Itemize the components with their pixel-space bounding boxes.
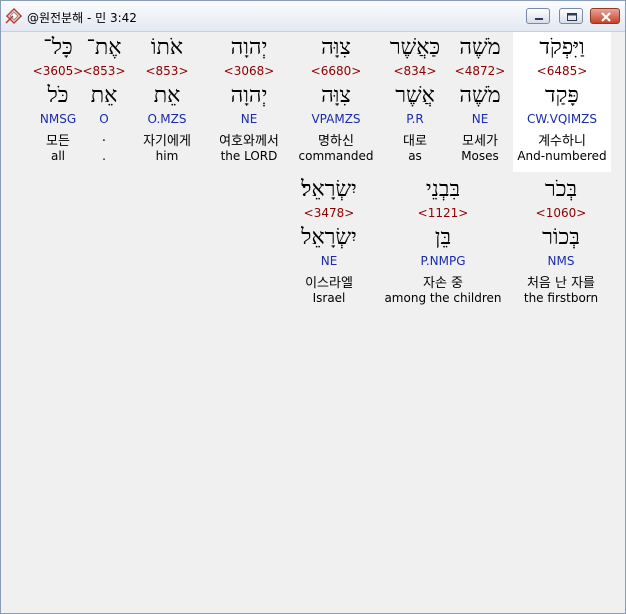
hebrew-word: יְהוָה bbox=[230, 35, 268, 60]
word-card[interactable]: בִּבְנֵי <1121> בֵּן P.NMPG 자손 중 among t… bbox=[381, 174, 505, 314]
morphology-code: P.NMPG bbox=[420, 254, 466, 268]
english-gloss: Israel bbox=[312, 291, 346, 305]
close-button[interactable] bbox=[590, 8, 620, 24]
maximize-button[interactable] bbox=[559, 8, 583, 24]
hebrew-lemma: פָּקַד bbox=[545, 83, 579, 108]
korean-gloss: 이스라엘 bbox=[305, 276, 353, 291]
korean-gloss: 처음 난 자를 bbox=[526, 276, 596, 291]
hebrew-lemma: מֹשֶׁה bbox=[459, 83, 501, 108]
window-title: @원전분해 - 민 3:42 bbox=[27, 11, 137, 25]
word-card-selected[interactable]: וַיִּפְקֹד <6485> פָּקַד CW.VQIMZS 계수하니 … bbox=[513, 32, 611, 172]
strong-number[interactable]: <853> bbox=[71, 64, 137, 78]
korean-gloss: 자기에게 bbox=[143, 134, 191, 149]
word-card[interactable]: יִשְׂרָאֵל׃ <3478> יִשְׂרָאֵל NE 이스라엘 Is… bbox=[281, 174, 377, 314]
hebrew-word: בְּכֹר bbox=[544, 177, 578, 202]
korean-gloss: 모세가 bbox=[462, 134, 498, 149]
strong-number[interactable]: <1060> bbox=[511, 206, 611, 220]
maximize-icon bbox=[567, 13, 577, 21]
english-gloss: Moses bbox=[461, 149, 499, 163]
english-gloss: the LORD bbox=[220, 149, 278, 163]
word-card[interactable]: יְהוָה <3068> יְהוָה NE 여호와께서 the LORD bbox=[201, 32, 297, 172]
word-card[interactable]: אֹתוֹ <853> אֵת O.MZS 자기에게 him bbox=[132, 32, 202, 172]
strong-number[interactable]: <834> bbox=[379, 64, 451, 78]
english-gloss: among the children bbox=[384, 291, 502, 305]
app-window: @원전분해 - 민 3:42 כָּל־ <3605> כֹּל NMSG 모든… bbox=[0, 0, 626, 614]
hebrew-word: אֹתוֹ bbox=[150, 35, 184, 60]
morphology-code: NE bbox=[240, 112, 258, 126]
minimize-button[interactable] bbox=[526, 8, 550, 24]
interlinear-panel: כָּל־ <3605> כֹּל NMSG 모든 all אֶת־ <853>… bbox=[1, 32, 625, 613]
word-card[interactable]: מֹשֶׁה <4872> מֹשֶׁה NE 모세가 Moses bbox=[447, 32, 513, 172]
minimize-icon bbox=[535, 18, 543, 20]
morphology-code: NE bbox=[471, 112, 489, 126]
morphology-code: CW.VQIMZS bbox=[526, 112, 598, 126]
word-card[interactable]: צִוָּה <6680> צִוָּה VPAMZS 명하신 commande… bbox=[293, 32, 379, 172]
english-gloss: as bbox=[408, 149, 422, 163]
strong-number[interactable]: <3068> bbox=[201, 64, 297, 78]
hebrew-word: כַּאֲשֶׁר bbox=[389, 35, 441, 60]
english-gloss: the firstborn bbox=[523, 291, 599, 305]
hebrew-lemma: אֲשֶׁר bbox=[395, 83, 435, 108]
word-card[interactable]: בְּכֹר <1060> בְּכוֹר NMS 처음 난 자를 the fi… bbox=[511, 174, 611, 314]
hebrew-lemma: אֵת bbox=[153, 83, 181, 108]
korean-gloss: 계수하니 bbox=[538, 134, 586, 149]
strong-number[interactable]: <6680> bbox=[293, 64, 379, 78]
hebrew-word: אֶת־ bbox=[86, 35, 122, 60]
hebrew-word: צִוָּה bbox=[321, 35, 351, 60]
hebrew-lemma: צִוָּה bbox=[321, 83, 351, 108]
morphology-code: O bbox=[99, 112, 109, 126]
korean-gloss: 여호와께서 bbox=[219, 134, 279, 149]
english-gloss: him bbox=[155, 149, 179, 163]
app-logo-icon[interactable] bbox=[5, 7, 23, 25]
strong-number[interactable]: <853> bbox=[132, 64, 202, 78]
strong-number[interactable]: <4872> bbox=[447, 64, 513, 78]
strong-number[interactable]: <6485> bbox=[513, 64, 611, 78]
english-gloss: . bbox=[102, 149, 106, 163]
hebrew-lemma: בְּכוֹר bbox=[542, 225, 580, 250]
strong-number[interactable]: <3478> bbox=[281, 206, 377, 220]
word-card[interactable]: כַּאֲשֶׁר <834> אֲשֶׁר P.R 대로 as bbox=[379, 32, 451, 172]
word-card[interactable]: אֶת־ <853> אֵת O . . bbox=[71, 32, 137, 172]
morphology-code: NE bbox=[320, 254, 338, 268]
close-icon bbox=[601, 12, 611, 22]
korean-gloss: 명하신 bbox=[318, 134, 354, 149]
hebrew-lemma: בֵּן bbox=[434, 225, 452, 250]
morphology-code: P.R bbox=[406, 112, 424, 126]
hebrew-lemma: יְהוָה bbox=[230, 83, 268, 108]
korean-gloss: . bbox=[101, 130, 107, 145]
korean-gloss: 자손 중 bbox=[422, 276, 463, 291]
english-gloss: And-numbered bbox=[517, 149, 607, 163]
hebrew-lemma: אֵת bbox=[90, 83, 118, 108]
morphology-code: VPAMZS bbox=[311, 112, 361, 126]
title-bar[interactable]: @원전분해 - 민 3:42 bbox=[1, 1, 625, 32]
english-gloss: commanded bbox=[298, 149, 374, 163]
strong-number[interactable]: <1121> bbox=[381, 206, 505, 220]
korean-gloss: 대로 bbox=[403, 134, 427, 149]
morphology-code: NMS bbox=[547, 254, 575, 268]
hebrew-word: וַיִּפְקֹד bbox=[539, 35, 585, 60]
hebrew-word: מֹשֶׁה bbox=[459, 35, 501, 60]
hebrew-word: בִּבְנֵי bbox=[425, 177, 461, 202]
hebrew-word: יִשְׂרָאֵל׃ bbox=[301, 177, 357, 202]
hebrew-lemma: יִשְׂרָאֵל bbox=[301, 225, 357, 250]
morphology-code: O.MZS bbox=[147, 112, 187, 126]
